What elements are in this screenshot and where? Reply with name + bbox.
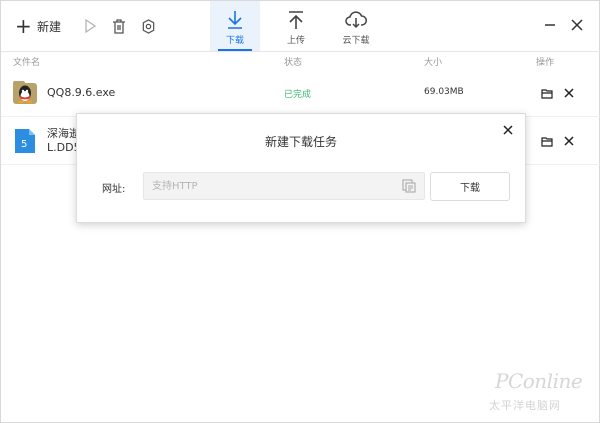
trash-icon — [113, 18, 125, 34]
paste-button[interactable] — [401, 178, 417, 194]
table-header: 文件名 状态 大小 操作 — [1, 51, 600, 69]
close-window-button[interactable] — [569, 17, 585, 33]
new-task-label: 新建 — [37, 19, 62, 34]
play-icon — [85, 19, 96, 33]
toolbar: + 新建 下载 上传 云下载 — [1, 1, 600, 51]
file-name: QQ8.9.6.exe — [47, 86, 116, 99]
upload-icon — [287, 9, 305, 31]
qq-app-icon — [13, 81, 37, 105]
watermark-brand: PConline — [495, 369, 583, 393]
header-size: 大小 — [424, 58, 443, 68]
folder-icon — [541, 88, 553, 99]
paste-icon — [402, 179, 416, 193]
pconline-watermark: PConline 太平洋电脑网 — [489, 363, 597, 419]
plus-icon: + — [15, 14, 32, 38]
svg-text:5: 5 — [21, 139, 27, 150]
minimize-button[interactable] — [542, 17, 558, 33]
header-actions: 操作 — [536, 58, 555, 68]
tab-cloud-download-label: 云下载 — [342, 36, 370, 46]
download-icon — [226, 9, 244, 31]
tab-cloud-download[interactable]: 云下载 — [331, 1, 381, 51]
tab-download[interactable]: 下载 — [210, 1, 260, 51]
open-folder-button[interactable] — [540, 134, 554, 148]
new-task-button[interactable]: + 新建 — [15, 15, 61, 37]
table-row[interactable]: QQ8.9.6.exe 已完成 69.03MB — [1, 69, 600, 117]
delete-button[interactable] — [108, 15, 130, 37]
close-icon — [571, 19, 583, 31]
dialog-close-button[interactable] — [501, 123, 515, 137]
start-button[interactable] — [79, 15, 101, 37]
file-size: 69.03MB — [424, 87, 464, 97]
close-icon — [564, 88, 574, 98]
dialog-title: 新建下载任务 — [264, 135, 337, 149]
minimize-icon — [545, 24, 555, 26]
download-manager-window: + 新建 下载 上传 云下载 文件名 状态 大小 操作 QQ8.9.6.exe … — [0, 0, 600, 423]
download-button[interactable]: 下载 — [430, 172, 510, 201]
tab-upload-label: 上传 — [286, 36, 305, 46]
doc-file-icon: 5 — [15, 129, 35, 153]
open-folder-button[interactable] — [540, 86, 554, 100]
new-download-dialog: 新建下载任务 网址: 下载 — [76, 113, 526, 223]
close-icon — [503, 125, 513, 135]
url-input[interactable] — [143, 172, 425, 200]
header-filename: 文件名 — [13, 58, 41, 68]
cloud-download-icon — [345, 9, 367, 31]
tab-download-label: 下载 — [225, 36, 244, 46]
settings-button[interactable] — [137, 15, 159, 37]
watermark-sub: 太平洋电脑网 — [489, 399, 561, 412]
close-icon — [564, 136, 574, 146]
header-status: 状态 — [284, 58, 303, 68]
url-label: 网址: — [102, 184, 126, 195]
gear-icon — [142, 18, 154, 34]
status-text: 已完成 — [284, 90, 312, 100]
tab-upload[interactable]: 上传 — [271, 1, 321, 51]
remove-row-button[interactable] — [562, 86, 576, 100]
remove-row-button[interactable] — [562, 134, 576, 148]
folder-icon — [541, 136, 553, 147]
